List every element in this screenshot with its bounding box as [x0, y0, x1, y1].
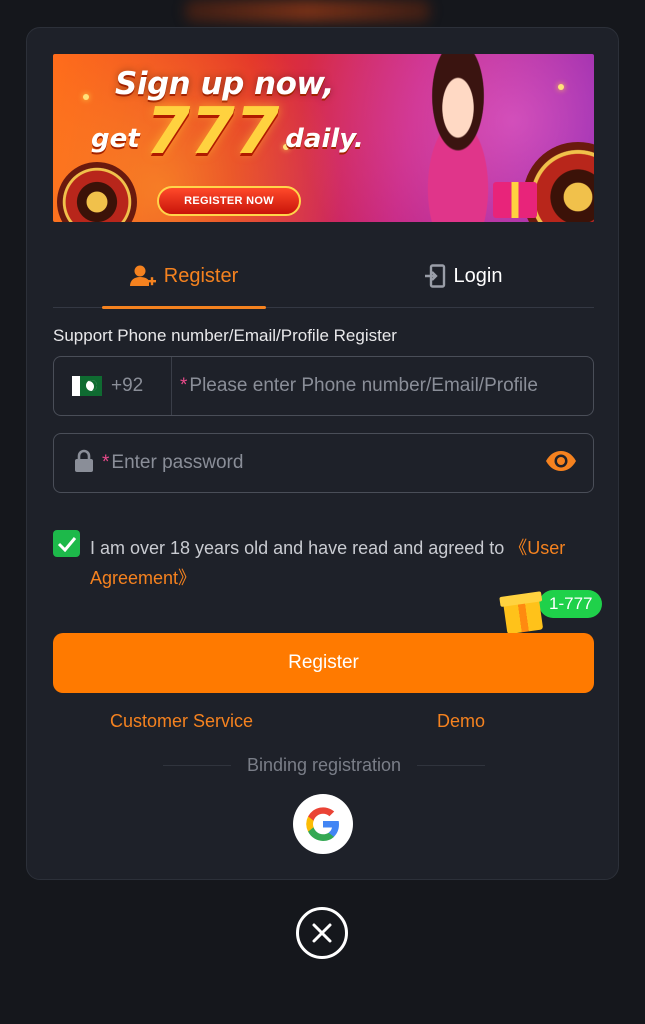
demo-link[interactable]: Demo	[437, 711, 485, 732]
customer-service-link[interactable]: Customer Service	[110, 711, 253, 732]
dial-code[interactable]: +92	[111, 375, 171, 397]
divider-line	[163, 764, 231, 766]
tab-register[interactable]: Register	[102, 244, 266, 309]
tab-login-label: Login	[453, 264, 503, 287]
gift-box-image	[493, 182, 537, 218]
binding-divider: Binding registration	[163, 753, 485, 777]
agreement-checkbox[interactable]	[53, 530, 80, 557]
auth-tabs: Register Login	[53, 244, 594, 309]
register-modal: Sign up now, get 777 daily. REGISTER NOW…	[26, 27, 619, 880]
tab-register-label: Register	[163, 264, 239, 287]
backdrop-glow	[185, 0, 430, 22]
close-icon	[312, 923, 332, 943]
roulette-wheel-image	[57, 162, 137, 222]
binding-label: Binding registration	[246, 754, 402, 775]
sparkle	[83, 94, 89, 100]
tab-login[interactable]: Login	[403, 244, 523, 308]
agreement-text: I am over 18 years old and have read and…	[90, 533, 590, 593]
google-icon	[306, 807, 339, 841]
agreement-statement: I am over 18 years old and have read and…	[90, 538, 510, 558]
close-button[interactable]	[296, 907, 348, 959]
login-door-icon	[424, 264, 446, 288]
required-asterisk: *	[102, 452, 110, 473]
google-signin-button[interactable]	[293, 794, 353, 854]
bonus-badge: 1-777	[502, 590, 605, 635]
field-divider	[171, 357, 172, 415]
gift-icon	[502, 595, 544, 635]
required-asterisk: *	[180, 375, 188, 396]
lock-icon	[74, 449, 94, 478]
banner-sub-suffix: daily.	[285, 124, 364, 154]
banner-777: 777	[145, 95, 280, 169]
banner-register-now-button[interactable]: REGISTER NOW	[157, 186, 301, 216]
password-input[interactable]	[109, 452, 545, 474]
banner-subheadline: get 777 daily.	[91, 100, 364, 164]
eye-icon[interactable]	[545, 450, 577, 477]
password-field: *	[53, 433, 594, 493]
sparkle	[558, 84, 564, 90]
divider-line	[417, 764, 485, 766]
account-field: +92 *	[53, 356, 594, 416]
register-button[interactable]: Register	[53, 633, 594, 693]
user-add-icon	[129, 264, 156, 288]
support-label: Support Phone number/Email/Profile Regis…	[53, 326, 397, 345]
check-icon	[57, 536, 76, 552]
banner-sub-prefix: get	[91, 124, 140, 154]
bonus-amount: 1-777	[539, 590, 603, 618]
account-input[interactable]	[187, 375, 593, 397]
promo-banner[interactable]: Sign up now, get 777 daily. REGISTER NOW	[53, 54, 594, 222]
pakistan-flag-icon[interactable]	[72, 376, 102, 396]
